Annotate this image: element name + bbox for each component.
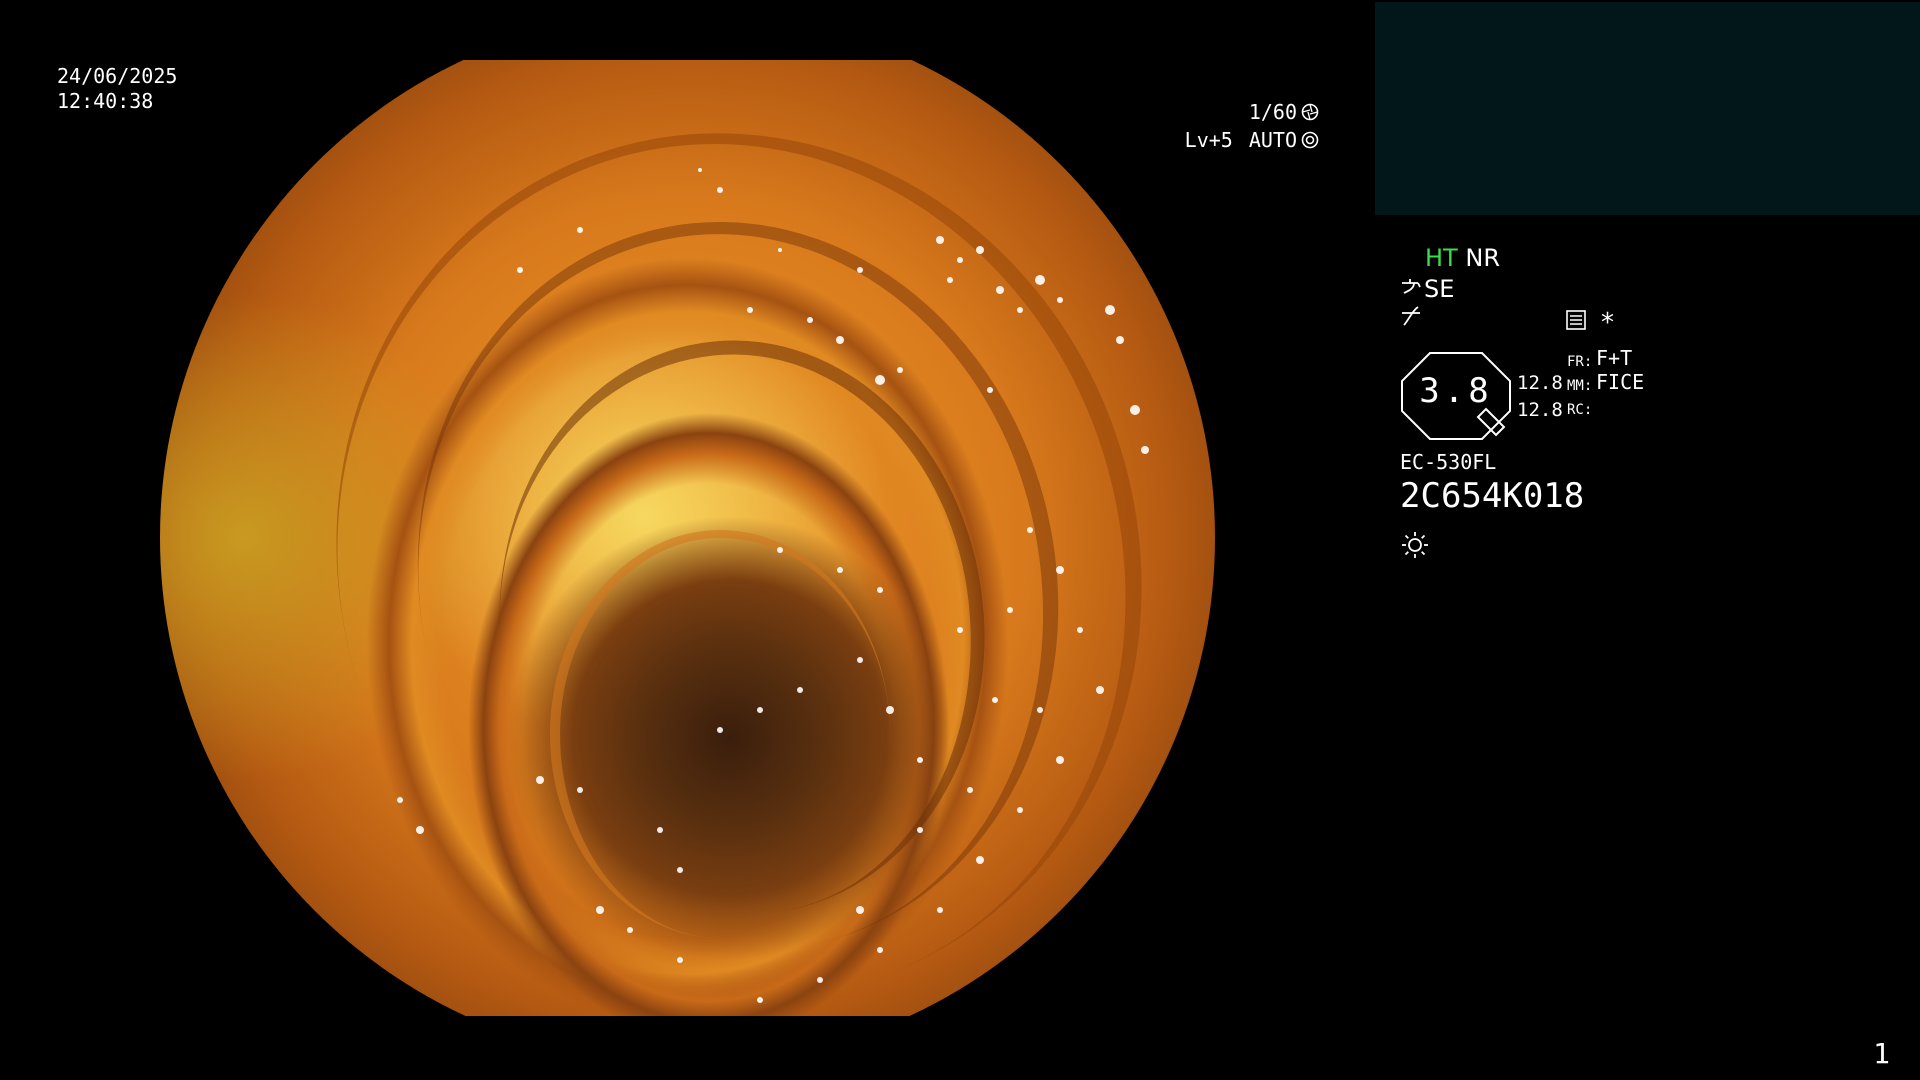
- scope-model: EC-530FL: [1400, 450, 1497, 474]
- nr-label: NR: [1465, 244, 1500, 272]
- rc-label: RC:: [1567, 402, 1593, 418]
- light-sun-icon: [1400, 530, 1430, 564]
- power-row: [1400, 305, 1422, 333]
- exposure-mode-text: AUTO: [1248, 128, 1297, 152]
- se-label: SE: [1424, 275, 1455, 303]
- gauge-number-1: 12.8: [1517, 372, 1563, 394]
- fr-value: F+T: [1596, 346, 1633, 370]
- gauge-value: 3.8: [1419, 371, 1493, 411]
- mm-value: FICE: [1596, 370, 1645, 394]
- mode-icons-row: *: [1565, 308, 1614, 338]
- shutter-text: 1/60: [1248, 100, 1297, 124]
- page-number: 1: [1873, 1037, 1890, 1070]
- se-row: SE: [1400, 275, 1454, 303]
- fr-label: FR:: [1567, 354, 1593, 370]
- ht-label: HT: [1425, 244, 1458, 272]
- power-curve-icon: [1400, 305, 1422, 333]
- fr-labels: FR: MM: RC:: [1567, 350, 1592, 422]
- fr-values: F+T FICE: [1596, 346, 1644, 394]
- shutter-icon: [1301, 103, 1319, 121]
- gauge-display: 3.8: [1400, 351, 1512, 441]
- gauge-numbers: 12.8 12.8: [1517, 370, 1563, 424]
- specular-highlights: [397, 168, 1149, 1003]
- scope-icon: [1400, 275, 1422, 303]
- endoscope-view: [160, 60, 1215, 1016]
- gauge-number-2: 12.8: [1517, 399, 1563, 421]
- menu-list-icon: [1565, 308, 1587, 338]
- mm-label: MM:: [1567, 378, 1593, 394]
- serial-number: 2C654K018: [1400, 476, 1585, 516]
- processing-status: HT NR: [1425, 244, 1500, 272]
- endoscope-image: [160, 60, 1215, 1016]
- asterisk-indicator: *: [1601, 308, 1614, 338]
- iris-icon: [1301, 131, 1319, 149]
- thumbnail-panel: [1375, 2, 1920, 215]
